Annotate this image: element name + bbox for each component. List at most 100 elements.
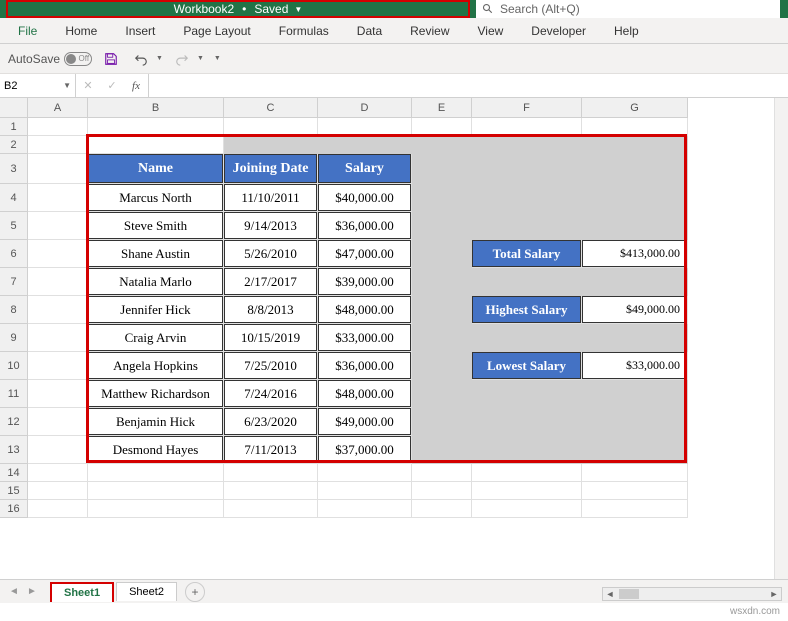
cell-D14[interactable] <box>318 464 412 482</box>
formula-input[interactable] <box>149 74 788 97</box>
cell-D9[interactable]: $33,000.00 <box>318 324 412 352</box>
cell-A3[interactable] <box>28 154 88 184</box>
tab-insert[interactable]: Insert <box>111 18 169 44</box>
cell-D3[interactable]: Salary <box>318 154 412 184</box>
cell-D10[interactable]: $36,000.00 <box>318 352 412 380</box>
tab-help[interactable]: Help <box>600 18 653 44</box>
cells-area[interactable]: NameJoining DateSalaryMarcus North11/10/… <box>28 118 688 518</box>
cell-A14[interactable] <box>28 464 88 482</box>
cell-B2[interactable] <box>88 136 224 154</box>
autosave-toggle[interactable]: AutoSave Off <box>8 52 92 66</box>
cell-C11[interactable]: 7/24/2016 <box>224 380 318 408</box>
cell-B14[interactable] <box>88 464 224 482</box>
cell-F10[interactable]: Lowest Salary <box>472 352 582 380</box>
cell-G8[interactable]: $49,000.00 <box>582 296 688 324</box>
cell-C13[interactable]: 7/11/2013 <box>224 436 318 464</box>
cancel-formula-button[interactable]: ✕ <box>76 74 100 97</box>
col-header-F[interactable]: F <box>472 98 582 118</box>
search-box[interactable]: Search (Alt+Q) <box>476 0 780 18</box>
row-header-8[interactable]: 8 <box>0 296 28 324</box>
cell-D13[interactable]: $37,000.00 <box>318 436 412 464</box>
col-header-D[interactable]: D <box>318 98 412 118</box>
workbook-title-area[interactable]: Workbook2 Saved ▼ <box>6 0 470 18</box>
row-header-12[interactable]: 12 <box>0 408 28 436</box>
sheet-nav-prev[interactable]: ◄ <box>6 584 22 600</box>
cell-A11[interactable] <box>28 380 88 408</box>
cell-B7[interactable]: Natalia Marlo <box>88 268 224 296</box>
cell-E15[interactable] <box>412 482 472 500</box>
cell-B1[interactable] <box>88 118 224 136</box>
cell-A16[interactable] <box>28 500 88 518</box>
redo-dropdown[interactable]: ▼ <box>197 55 204 62</box>
tab-review[interactable]: Review <box>396 18 463 44</box>
row-header-14[interactable]: 14 <box>0 464 28 482</box>
cell-B9[interactable]: Craig Arvin <box>88 324 224 352</box>
cell-C9[interactable]: 10/15/2019 <box>224 324 318 352</box>
cell-B3[interactable]: Name <box>88 154 224 184</box>
cell-D16[interactable] <box>318 500 412 518</box>
row-header-4[interactable]: 4 <box>0 184 28 212</box>
cell-A10[interactable] <box>28 352 88 380</box>
cell-B16[interactable] <box>88 500 224 518</box>
cell-C4[interactable]: 11/10/2011 <box>224 184 318 212</box>
cell-F14[interactable] <box>472 464 582 482</box>
cell-F1[interactable] <box>472 118 582 136</box>
cell-G14[interactable] <box>582 464 688 482</box>
row-header-9[interactable]: 9 <box>0 324 28 352</box>
tab-home[interactable]: Home <box>51 18 111 44</box>
name-box[interactable]: ▼ <box>0 74 76 97</box>
cell-B6[interactable]: Shane Austin <box>88 240 224 268</box>
cell-B15[interactable] <box>88 482 224 500</box>
cell-A4[interactable] <box>28 184 88 212</box>
row-header-11[interactable]: 11 <box>0 380 28 408</box>
cell-G15[interactable] <box>582 482 688 500</box>
cell-D6[interactable]: $47,000.00 <box>318 240 412 268</box>
cell-D15[interactable] <box>318 482 412 500</box>
cell-D11[interactable]: $48,000.00 <box>318 380 412 408</box>
cell-A15[interactable] <box>28 482 88 500</box>
undo-button[interactable] <box>130 48 152 70</box>
cell-A8[interactable] <box>28 296 88 324</box>
cell-B8[interactable]: Jennifer Hick <box>88 296 224 324</box>
cell-A13[interactable] <box>28 436 88 464</box>
qat-customize[interactable]: ▼ <box>214 55 221 62</box>
select-all-corner[interactable] <box>0 98 28 118</box>
vertical-scrollbar[interactable] <box>774 98 788 579</box>
horizontal-scrollbar[interactable]: ◄ ► <box>602 587 782 601</box>
sheet-nav-next[interactable]: ► <box>24 584 40 600</box>
cell-C6[interactable]: 5/26/2010 <box>224 240 318 268</box>
row-header-2[interactable]: 2 <box>0 136 28 154</box>
redo-button[interactable] <box>171 48 193 70</box>
cell-B4[interactable]: Marcus North <box>88 184 224 212</box>
cell-D8[interactable]: $48,000.00 <box>318 296 412 324</box>
cell-A9[interactable] <box>28 324 88 352</box>
row-header-3[interactable]: 3 <box>0 154 28 184</box>
tab-data[interactable]: Data <box>343 18 396 44</box>
cell-C12[interactable]: 6/23/2020 <box>224 408 318 436</box>
tab-file[interactable]: File <box>4 18 51 44</box>
cell-B5[interactable]: Steve Smith <box>88 212 224 240</box>
col-header-E[interactable]: E <box>412 98 472 118</box>
scroll-left-arrow[interactable]: ◄ <box>603 589 617 599</box>
name-box-input[interactable] <box>4 80 54 92</box>
cell-B10[interactable]: Angela Hopkins <box>88 352 224 380</box>
row-header-16[interactable]: 16 <box>0 500 28 518</box>
cell-C7[interactable]: 2/17/2017 <box>224 268 318 296</box>
cell-D1[interactable] <box>318 118 412 136</box>
row-header-10[interactable]: 10 <box>0 352 28 380</box>
save-button[interactable] <box>100 48 122 70</box>
scroll-right-arrow[interactable]: ► <box>767 589 781 599</box>
name-box-dropdown[interactable]: ▼ <box>63 81 71 90</box>
cell-C15[interactable] <box>224 482 318 500</box>
cell-A12[interactable] <box>28 408 88 436</box>
cell-B11[interactable]: Matthew Richardson <box>88 380 224 408</box>
cell-D7[interactable]: $39,000.00 <box>318 268 412 296</box>
cell-G16[interactable] <box>582 500 688 518</box>
cell-A5[interactable] <box>28 212 88 240</box>
cell-F15[interactable] <box>472 482 582 500</box>
cell-C14[interactable] <box>224 464 318 482</box>
cell-C8[interactable]: 8/8/2013 <box>224 296 318 324</box>
insert-function-button[interactable]: fx <box>124 74 148 97</box>
row-header-7[interactable]: 7 <box>0 268 28 296</box>
cell-F16[interactable] <box>472 500 582 518</box>
